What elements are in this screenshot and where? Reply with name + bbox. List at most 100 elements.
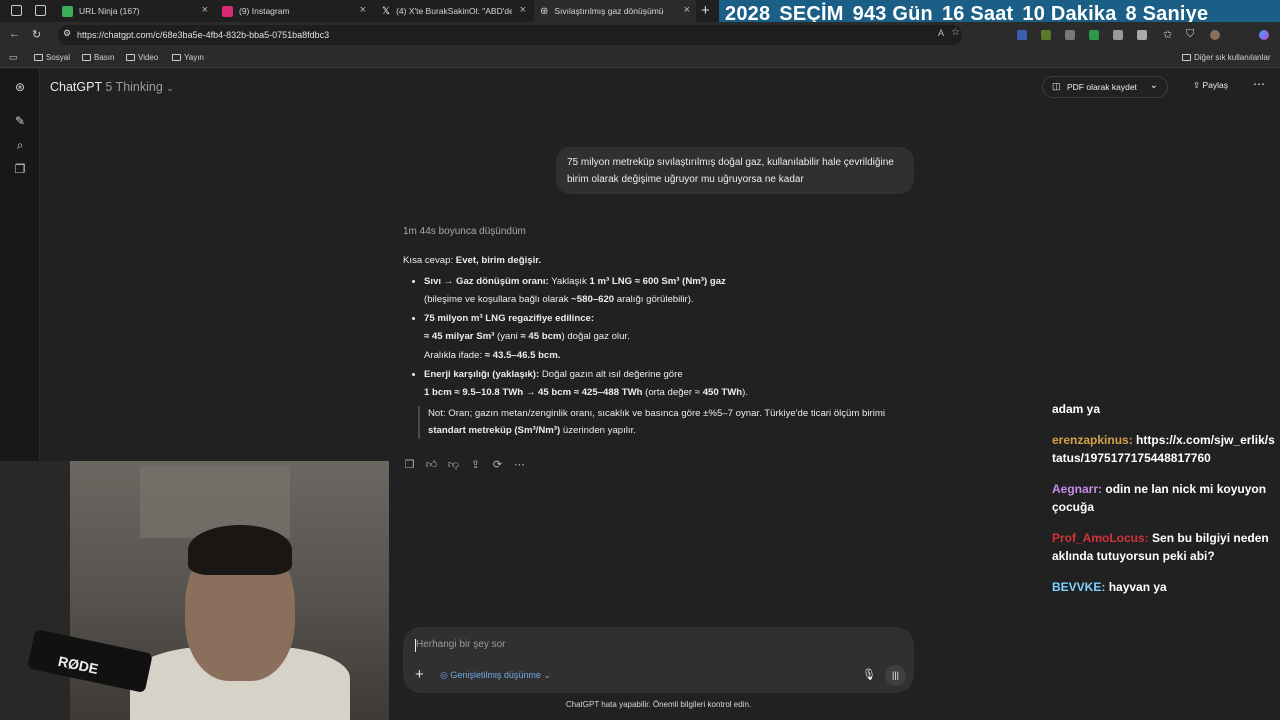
model-name: 5 Thinking bbox=[105, 80, 163, 94]
reading-mode-icon[interactable]: ▭ bbox=[9, 52, 18, 63]
copilot-icon[interactable] bbox=[1259, 30, 1269, 40]
voice-mode-icon[interactable]: ||| bbox=[885, 665, 906, 686]
extension-icon[interactable] bbox=[1137, 30, 1147, 40]
tab-chatgpt[interactable]: ⊛ Sıvılaştırılmış gaz dönüşümü × bbox=[534, 0, 696, 22]
bullet-text: Yaklaşık bbox=[548, 275, 590, 287]
thumbs-up-icon[interactable]: 👍︎ bbox=[425, 458, 438, 471]
address-bar-row: ← ↻ ⚙ https://chatgpt.com/c/68e3ba5e-4fb… bbox=[0, 22, 1280, 48]
chatgpt-tab-icon: ⊛ bbox=[540, 5, 549, 17]
user-message: 75 milyon metreküp sıvılaştırılmış doğal… bbox=[556, 147, 914, 194]
bullet-text: ≈ 43.5–46.5 bcm. bbox=[484, 349, 561, 361]
new-tab-icon[interactable]: + bbox=[701, 2, 710, 19]
list-item: 75 milyon m³ LNG regazifiye edilince: ≈ … bbox=[424, 310, 923, 366]
chat-text: hayvan ya bbox=[1108, 579, 1167, 594]
bookmark-sosyal[interactable]: Sosyal bbox=[34, 53, 70, 62]
note-text: standart metreküp (Sm³/Nm³) bbox=[428, 424, 561, 436]
bookmark-basin[interactable]: Basın bbox=[82, 53, 114, 62]
chat-user: Aegnarr: bbox=[1052, 481, 1103, 496]
regenerate-icon[interactable]: ⟳ bbox=[491, 458, 504, 471]
folder-icon bbox=[82, 54, 91, 61]
chevron-down-icon: ⌄ bbox=[543, 670, 551, 680]
short-answer-bold: Evet, birim değişir. bbox=[455, 255, 542, 266]
refresh-icon[interactable]: ↻ bbox=[32, 28, 41, 41]
close-tab-icon[interactable]: × bbox=[360, 4, 366, 16]
extension-icon[interactable] bbox=[1041, 30, 1051, 40]
favorite-star-icon[interactable]: ☆ bbox=[951, 27, 960, 38]
note-text: üzerinden yapılır. bbox=[560, 424, 636, 436]
tab-label: (4) X'te BurakSakinOl: "ABD'den 7 bbox=[396, 6, 513, 16]
url-ninja-icon bbox=[62, 5, 73, 17]
instagram-icon bbox=[222, 5, 233, 17]
read-aloud-icon[interactable]: A bbox=[938, 28, 944, 38]
new-chat-icon[interactable]: ✎ bbox=[13, 114, 27, 128]
vertical-tabs-icon[interactable] bbox=[35, 5, 46, 16]
close-tab-icon[interactable]: × bbox=[684, 4, 690, 16]
other-bookmarks[interactable]: Diğer sık kullanılanlar bbox=[1182, 53, 1270, 62]
extension-icon[interactable] bbox=[1089, 30, 1099, 40]
shield-icon[interactable]: ⛉ bbox=[1186, 28, 1194, 41]
url-field[interactable]: ⚙ https://chatgpt.com/c/68e3ba5e-4fb4-83… bbox=[58, 25, 962, 45]
note-text: Not: Oran; gazın metan/zenginlik oranı, … bbox=[428, 408, 885, 419]
chatgpt-logo-icon[interactable]: ⊛ bbox=[13, 80, 27, 94]
model-selector[interactable]: ChatGPT 5 Thinking ⌄ bbox=[50, 80, 174, 94]
tab-x[interactable]: 𝕏 (4) X'te BurakSakinOl: "ABD'den 7 × bbox=[376, 0, 532, 22]
bookmarks-bar: ▭ Sosyal Basın Video Yayın Diğer sık kul… bbox=[0, 48, 1280, 68]
list-item: Sıvı → Gaz dönüşüm oranı: Yaklaşık 1 m³ … bbox=[424, 273, 923, 310]
tab-label: Sıvılaştırılmış gaz dönüşümü bbox=[554, 6, 664, 16]
more-options-icon[interactable]: ⋯ bbox=[513, 458, 526, 471]
bullet-text: Sıvı → Gaz dönüşüm oranı: bbox=[424, 275, 549, 287]
short-answer: Kısa cevap: Evet, birim değişir. bbox=[403, 252, 923, 271]
folder-icon bbox=[126, 54, 135, 61]
disclaimer: ChatGPT hata yapabilir. Önemli bilgileri… bbox=[565, 700, 752, 709]
assistant-answer: Kısa cevap: Evet, birim değişir. Sıvı → … bbox=[403, 252, 923, 403]
bullet-text: (orta değer ≈ bbox=[642, 387, 703, 399]
tab-url-ninja[interactable]: URL Ninja (167) × bbox=[56, 0, 214, 22]
list-item: Enerji karşılığı (yaklaşık): Doğal gazın… bbox=[424, 366, 923, 403]
site-info-icon[interactable]: ⚙ bbox=[63, 28, 71, 39]
tab-instagram[interactable]: (9) Instagram × bbox=[216, 0, 372, 22]
share-button[interactable]: ⇪ Paylaş bbox=[1193, 80, 1228, 91]
extended-thinking-toggle[interactable]: ◎ Genişletilmiş düşünme ⌄ bbox=[440, 670, 551, 681]
save-pdf-label: PDF olarak kaydet bbox=[1067, 82, 1137, 92]
streamer-headphones bbox=[188, 525, 292, 575]
close-tab-icon[interactable]: × bbox=[202, 4, 208, 16]
extension-icon[interactable] bbox=[1113, 30, 1123, 40]
chat-message: erenzapkinus: https://x.com/sjw_erlik/st… bbox=[1052, 431, 1277, 468]
back-icon[interactable]: ← bbox=[9, 28, 20, 40]
sidebar-rail: ⊛ ✎ ⌕ ❐ bbox=[0, 69, 39, 461]
save-pdf-button[interactable]: ◫ PDF olarak kaydet ⌄ bbox=[1042, 76, 1168, 98]
add-attachment-icon[interactable]: + bbox=[415, 666, 424, 683]
bullet-text: (yani bbox=[494, 331, 521, 343]
bookmark-label: Video bbox=[138, 53, 159, 62]
extension-icon[interactable] bbox=[1017, 30, 1027, 40]
avatar[interactable] bbox=[1210, 30, 1220, 40]
composer-placeholder[interactable]: Herhangi bir şey sor bbox=[416, 639, 505, 650]
search-icon[interactable]: ⌕ bbox=[13, 138, 27, 152]
chat-user: Prof_AmoLocus: bbox=[1052, 530, 1149, 545]
thinking-duration[interactable]: 1m 44s boyunca düşündüm bbox=[403, 226, 526, 237]
microphone-icon[interactable]: 🎙︎ bbox=[862, 668, 876, 681]
close-tab-icon[interactable]: × bbox=[520, 4, 526, 16]
share-icon[interactable]: ⇪ bbox=[469, 458, 482, 471]
more-options-icon[interactable]: ⋯ bbox=[1253, 77, 1265, 91]
chat-message: Prof_AmoLocus: Sen bu bilgiyi neden aklı… bbox=[1052, 529, 1277, 566]
bullet-text: (bileşime ve koşullara bağlı olarak bbox=[424, 294, 572, 306]
bullet-text: ) doğal gaz olur. bbox=[561, 331, 630, 343]
library-icon[interactable]: ❐ bbox=[13, 162, 27, 176]
bullet-text: 1 m³ LNG ≈ 600 Sm³ (Nm³) gaz bbox=[589, 275, 726, 287]
bookmark-video[interactable]: Video bbox=[126, 53, 158, 62]
thumbs-down-icon[interactable]: 👎︎ bbox=[447, 458, 460, 471]
bookmark-yayin[interactable]: Yayın bbox=[172, 53, 204, 62]
bullet-text: Doğal gazın alt ısıl değerine göre bbox=[539, 368, 683, 380]
tab-actions-icon[interactable] bbox=[11, 5, 22, 16]
x-logo-icon: 𝕏 bbox=[382, 5, 391, 17]
chevron-down-icon: ⌄ bbox=[166, 83, 174, 93]
copy-icon[interactable]: ❐ bbox=[403, 458, 416, 471]
extension-icon[interactable] bbox=[1065, 30, 1075, 40]
bullet-text: 1 bcm ≈ 9.5–10.8 TWh → 45 bcm ≈ 425–488 … bbox=[424, 387, 643, 399]
favorites-icon[interactable]: ✩ bbox=[1163, 28, 1172, 41]
folder-icon bbox=[172, 54, 181, 61]
bookmark-label: Yayın bbox=[184, 53, 204, 62]
tab-label: URL Ninja (167) bbox=[79, 6, 140, 16]
message-composer[interactable]: Herhangi bir şey sor + ◎ Genişletilmiş d… bbox=[403, 627, 914, 693]
